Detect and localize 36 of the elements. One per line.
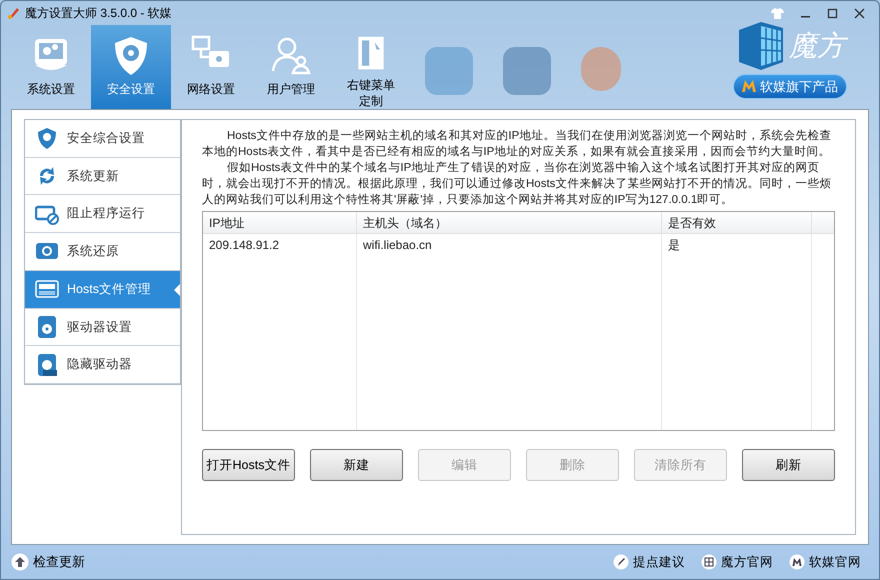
window-title: 魔方设置大师 3.5.0.0 - 软媒 [25,5,172,22]
sidebar-item[interactable]: 驱动器设置 [25,308,180,346]
check-update-link[interactable]: 检查更新 [33,552,85,572]
description-paragraph: Hosts文件中存放的是一些网站主机的域名和其对应的IP地址。当我们在使用浏览器浏览一个网站时，系统会先检查本地的Hosts表文件，看其中是否已经有相应的域名与IP地址的对应关系，如果有就会直接采用，因而会节约大量时间。 [202,128,832,160]
table-cell-text: 209.148.91.2 [208,237,280,254]
sidebar-item[interactable]: 系统更新 [25,158,180,196]
tab[interactable]: 系统设置 [11,25,91,109]
sidebar-icon [35,352,59,377]
description-paragraph: 假如Hosts表文件中的某个域名与IP地址产生了错误的对应，当你在浏览器中输入这个域名试图打开其对应的网页时，就会出现打不开的情况。根据此原理，我们可以通过修改Hosts文件来解决了某些网站打不开的情况。同时，一些烦人的网站我们可以利用这个特性将其'屏蔽'掉，只要添加这个网站并将其对应的IP写为127.0.0.1即可。 [202,160,832,208]
link-icon [613,554,629,570]
maximize-icon[interactable] [827,8,838,18]
action-button[interactable]: 打开Hosts文件 [202,449,295,481]
table-cell-text: 是 [667,237,681,254]
sidebar-item[interactable]: Hosts文件管理 [25,270,180,309]
selection-notch [174,284,180,296]
column-header[interactable]: 是否有效 [662,212,812,233]
tab[interactable]: 用户管理 [251,25,331,109]
footer-link[interactable]: 软媒官网 [809,552,861,572]
action-button[interactable]: 新建 [310,449,403,481]
column-header[interactable]: IP地址 [203,212,357,233]
link-icon [701,554,717,570]
table-cell-text: wifi.liebao.cn [362,237,433,254]
footer-link[interactable]: 提点建议 [633,552,685,572]
tab[interactable]: 网络设置 [171,25,251,109]
tab[interactable]: 安全设置 [91,25,171,109]
close-icon[interactable] [854,8,865,18]
tab-icon [269,35,313,77]
link-icon [789,554,805,570]
action-button[interactable]: 刷新 [742,449,835,481]
sidebar-icon [35,314,59,339]
sidebar-icon [35,126,59,150]
tab[interactable]: 右键菜单定制 [331,25,411,109]
footer-link[interactable]: 魔方官网 [721,552,773,572]
m-logo-icon [742,80,756,92]
product-badge: 软媒旗下产品 [733,74,847,99]
column-header[interactable]: 主机头（域名） [357,212,662,233]
